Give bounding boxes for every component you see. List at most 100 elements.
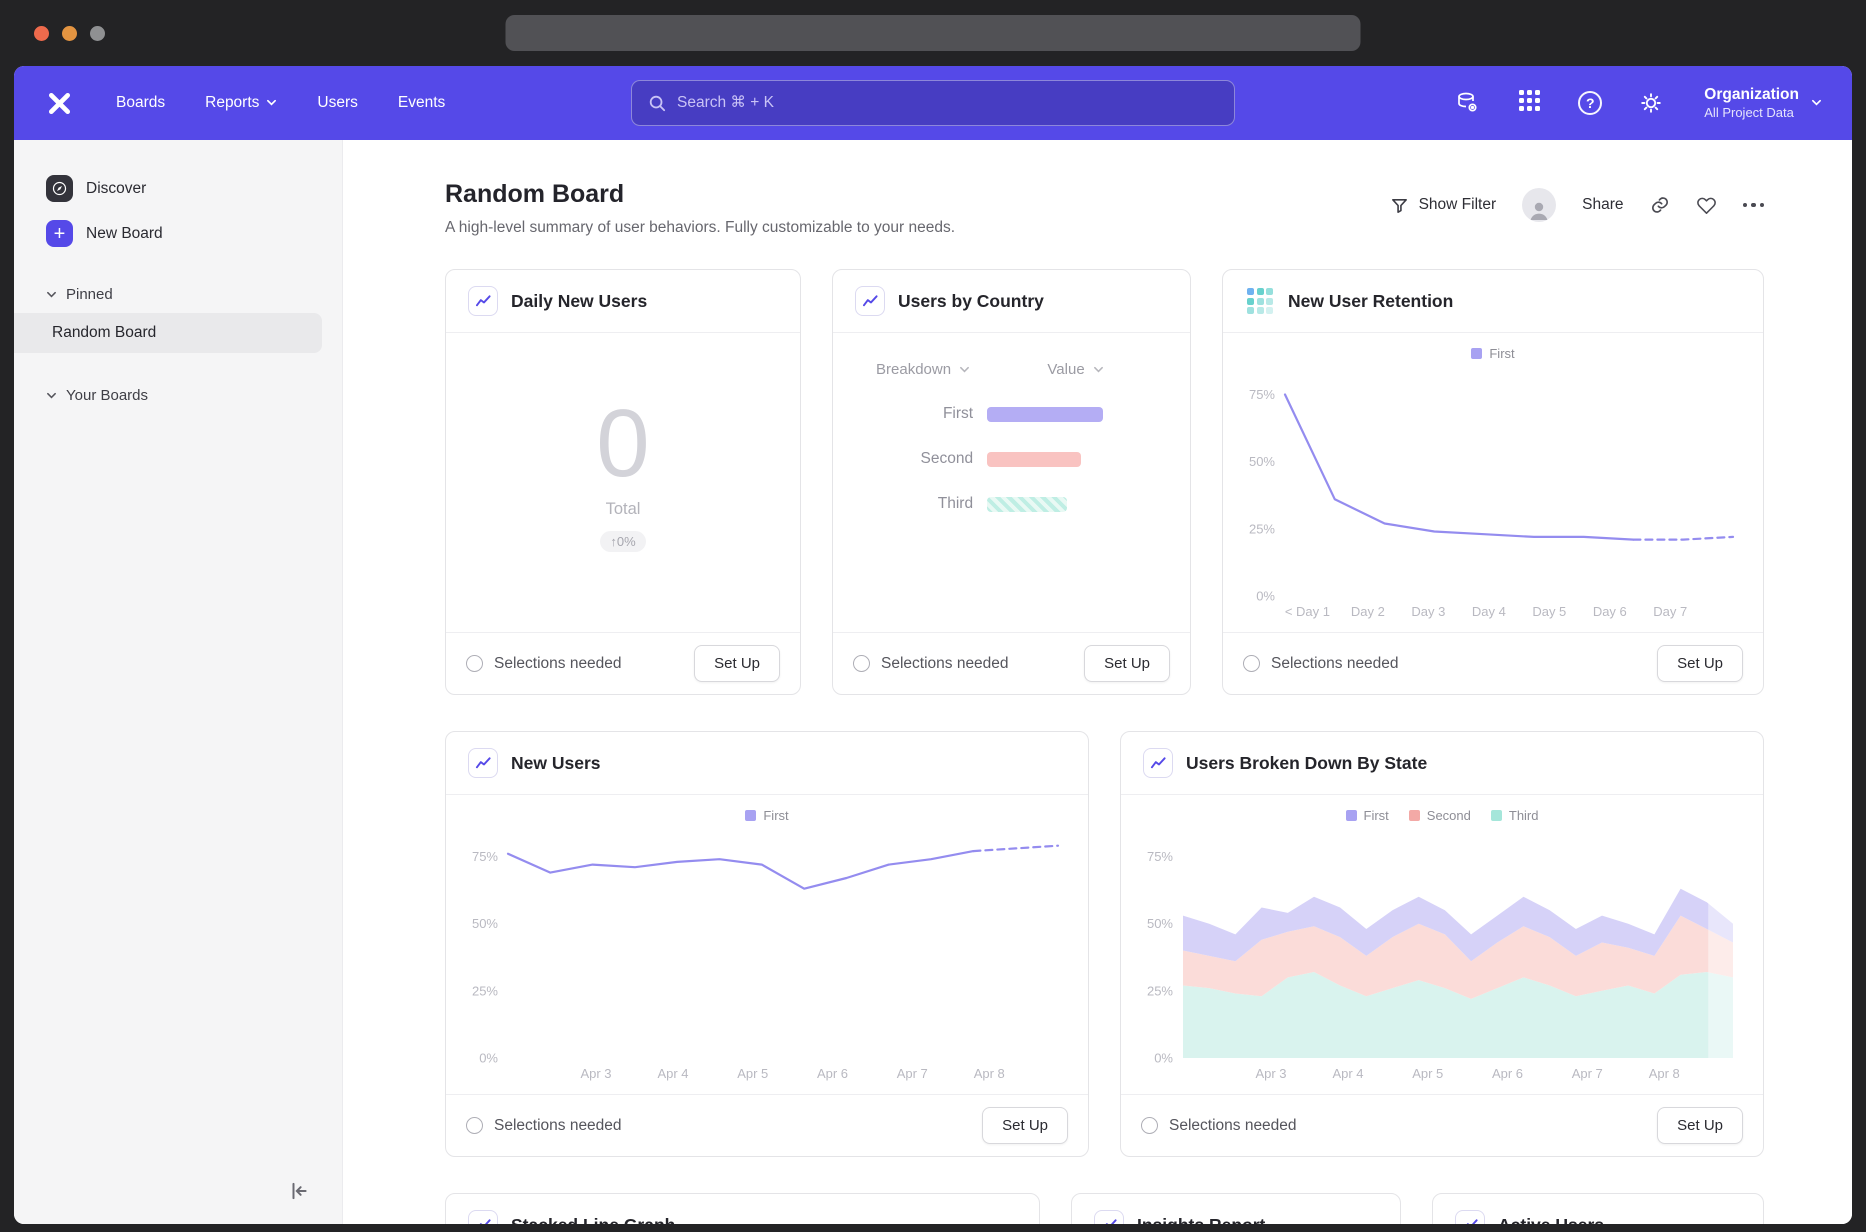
show-filter-label: Show Filter [1419, 196, 1497, 214]
legend-swatch [1409, 810, 1420, 821]
apps-grid-icon[interactable] [1516, 90, 1542, 116]
chevron-down-icon [959, 366, 970, 374]
nav-boards[interactable]: Boards [116, 94, 165, 112]
search-icon [648, 94, 666, 112]
retention-line-chart[interactable]: 75%50%25%0%< Day 1Day 2Day 3Day 4Day 5Da… [1239, 363, 1747, 624]
chevron-down-icon [1811, 99, 1822, 107]
card-users-by-state: Users Broken Down By State First Second [1120, 731, 1764, 1157]
legend-item: First [745, 808, 788, 823]
breakdown-dropdown-label: Breakdown [876, 361, 951, 378]
board-content: Random Board A high-level summary of use… [343, 140, 1852, 1224]
cards-row: New Users First 75%50%25%0%Apr 3Apr 4Apr… [445, 731, 1764, 1157]
global-search[interactable] [631, 80, 1235, 126]
zoom-window-button[interactable] [90, 26, 105, 41]
nav-reports[interactable]: Reports [205, 94, 277, 112]
share-button[interactable]: Share [1582, 196, 1623, 214]
insights-chart-icon [1143, 748, 1173, 778]
set-up-button[interactable]: Set Up [982, 1107, 1068, 1144]
close-window-button[interactable] [34, 26, 49, 41]
legend-item: Second [1409, 808, 1471, 823]
cards-row: Daily New Users 0 Total ↑0% Selections n… [445, 269, 1764, 695]
insights-chart-icon [855, 286, 885, 316]
chevron-down-icon [46, 291, 57, 299]
sidebar-item-label: Discover [86, 180, 146, 198]
mixpanel-logo[interactable] [44, 88, 74, 118]
sidebar-item-new-board[interactable]: + New Board [14, 211, 342, 256]
card-header: Insights Report [1072, 1194, 1400, 1224]
status-circle-icon [466, 1117, 483, 1134]
legend-label: First [1364, 808, 1389, 823]
board-toolbar: Show Filter Share [1390, 188, 1764, 222]
chevron-down-icon [46, 392, 57, 400]
sidebar-item-random-board[interactable]: Random Board [14, 313, 322, 353]
breakdown-dropdown[interactable]: Breakdown [859, 361, 987, 378]
selections-needed-status: Selections needed [1243, 655, 1399, 673]
legend-item: First [1471, 346, 1514, 361]
help-icon[interactable]: ? [1578, 91, 1602, 115]
sidebar-section-pinned[interactable]: Pinned [14, 278, 342, 311]
card-active-users: Active Users [1432, 1193, 1764, 1224]
set-up-button[interactable]: Set Up [1657, 645, 1743, 682]
settings-gear-icon[interactable] [1638, 90, 1664, 116]
show-filter-button[interactable]: Show Filter [1390, 196, 1497, 215]
card-new-user-retention: New User Retention First 75%50%25%0%< Da… [1222, 269, 1764, 695]
insights-chart-icon [468, 286, 498, 316]
top-navbar: Boards Reports Users Events ? Organiza [14, 66, 1852, 140]
metric-big-value: 0 [596, 396, 649, 492]
address-bar[interactable] [506, 15, 1361, 51]
avatar[interactable] [1522, 188, 1556, 222]
copy-link-icon[interactable] [1650, 195, 1670, 215]
set-up-button[interactable]: Set Up [694, 645, 780, 682]
sidebar-section-your-boards[interactable]: Your Boards [14, 379, 342, 412]
nav-users[interactable]: Users [317, 94, 357, 112]
board-title-block: Random Board A high-level summary of use… [445, 180, 955, 237]
insights-chart-icon [1455, 1210, 1485, 1224]
plus-icon: + [46, 220, 73, 247]
card-footer: Selections needed Set Up [1223, 632, 1763, 694]
sidebar-item-discover[interactable]: Discover [14, 166, 342, 211]
card-header: Users by Country [833, 270, 1190, 333]
card-stacked-line-graph: Stacked Line Graph [445, 1193, 1040, 1224]
card-new-users: New Users First 75%50%25%0%Apr 3Apr 4Apr… [445, 731, 1089, 1157]
set-up-button[interactable]: Set Up [1084, 645, 1170, 682]
favorite-heart-icon[interactable] [1696, 195, 1717, 215]
more-options-icon[interactable] [1743, 203, 1765, 208]
svg-text:Apr 4: Apr 4 [1332, 1066, 1363, 1081]
org-switcher[interactable]: Organization All Project Data [1704, 85, 1822, 121]
svg-text:Day 5: Day 5 [1532, 604, 1566, 619]
svg-text:Apr 3: Apr 3 [580, 1066, 611, 1081]
new-users-line-chart[interactable]: 75%50%25%0%Apr 3Apr 4Apr 5Apr 6Apr 7Apr … [462, 825, 1072, 1086]
svg-text:Day 7: Day 7 [1653, 604, 1687, 619]
card-footer: Selections needed Set Up [1121, 1094, 1763, 1156]
value-dropdown[interactable]: Value [987, 361, 1164, 378]
nav-events[interactable]: Events [398, 94, 445, 112]
card-title: Users by Country [898, 291, 1044, 312]
chart-legend: First Second Third [1121, 795, 1763, 825]
status-label: Selections needed [1169, 1117, 1297, 1135]
card-title: Active Users [1498, 1215, 1604, 1225]
svg-text:Day 6: Day 6 [1593, 604, 1627, 619]
breakdown-row-label: First [859, 405, 987, 423]
svg-text:Day 4: Day 4 [1472, 604, 1506, 619]
insights-chart-icon [468, 748, 498, 778]
legend-item: First [1346, 808, 1389, 823]
section-label: Pinned [66, 286, 113, 303]
page-title: Random Board [445, 180, 955, 209]
legend-label: First [763, 808, 788, 823]
data-management-icon[interactable] [1454, 90, 1480, 116]
set-up-button[interactable]: Set Up [1657, 1107, 1743, 1144]
collapse-sidebar-button[interactable] [286, 1178, 312, 1204]
minimize-window-button[interactable] [62, 26, 77, 41]
status-label: Selections needed [1271, 655, 1399, 673]
status-circle-icon [853, 655, 870, 672]
card-title: New User Retention [1288, 291, 1453, 312]
metric-delta-badge: ↑0% [600, 531, 645, 552]
nav-reports-label: Reports [205, 94, 259, 112]
page-subtitle: A high-level summary of user behaviors. … [445, 219, 955, 237]
search-input[interactable] [677, 94, 1218, 112]
legend-label: Second [1427, 808, 1471, 823]
state-stacked-area-chart[interactable]: 75%50%25%0%Apr 3Apr 4Apr 5Apr 6Apr 7Apr … [1137, 825, 1747, 1086]
selections-needed-status: Selections needed [853, 655, 1009, 673]
svg-text:75%: 75% [1249, 387, 1275, 402]
card-header: Users Broken Down By State [1121, 732, 1763, 795]
